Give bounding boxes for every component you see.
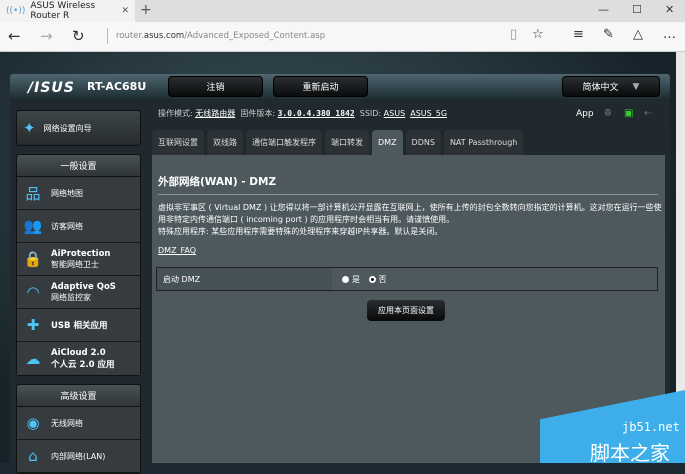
description: 虚拟非军事区 ( Virtual DMZ ) 让您得以将一部计算机公开显露在互联… [158, 203, 662, 236]
divider [158, 194, 658, 195]
logout-button[interactable]: 注销 [168, 76, 263, 97]
asus-logo: /ISUS [28, 80, 75, 96]
advanced-section: 高级设置 ◉ 无线网络 ⌂ 内部网络(LAN) [16, 384, 141, 474]
page-title: 外部网络(WAN) - DMZ [158, 176, 277, 188]
back-icon[interactable]: ← [8, 27, 21, 45]
sidebar-item-adaptive-qos[interactable]: ◠ Adaptive QoS 网络监控家 [17, 276, 140, 309]
close-tab-icon[interactable]: ✕ [121, 6, 129, 16]
close-window-button[interactable]: ✕ [665, 3, 674, 16]
dropdown-arrow-icon: ▼ [632, 81, 640, 92]
tab-dual-wan[interactable]: 双线路 [207, 130, 243, 155]
sidebar-item-usb[interactable]: ✚ USB 相关应用 [17, 309, 140, 342]
advanced-heading: 高级设置 [17, 385, 140, 407]
wan-tabs: 互联网设置 双线路 通信端口触发程序 端口转发 DMZ DDNS NAT Pas… [152, 130, 524, 155]
wifi-icon: ◉ [26, 414, 40, 432]
clients-icon[interactable]: ꔮ [604, 108, 612, 119]
url-input[interactable]: router.asus.com/Advanced_Exposed_Content… [107, 28, 325, 44]
dmz-faq-link[interactable]: DMZ_FAQ [158, 246, 196, 255]
ssid-link[interactable]: ASUS [384, 109, 405, 118]
web-note-icon[interactable]: ✎ [603, 27, 614, 42]
sidebar-item-aicloud[interactable]: ☁ AiCloud 2.0 个人云 2.0 应用 [17, 342, 140, 375]
lock-icon: 🔒 [23, 250, 43, 268]
wifi-icon: ((•)) [6, 6, 26, 16]
new-tab-button[interactable]: + [140, 2, 152, 18]
app-link[interactable]: App [576, 109, 594, 119]
usb-icon[interactable]: ⇠ [644, 108, 652, 119]
hub-icon[interactable]: ≡ [573, 27, 584, 42]
forward-icon[interactable]: → [40, 27, 53, 45]
radio-yes[interactable] [342, 275, 349, 283]
network-status-icon[interactable]: ▣ [624, 108, 633, 119]
tab-port-forward[interactable]: 端口转发 [325, 130, 369, 155]
sidebar-item-network-map[interactable]: 品网络地图 [17, 177, 140, 210]
refresh-icon[interactable]: ↻ [72, 27, 85, 45]
sidebar-item-lan[interactable]: ⌂ 内部网络(LAN) [17, 440, 140, 473]
firmware-link[interactable]: 3.0.0.4.380_1842 [278, 109, 355, 118]
cloud-home-icon: ☁ [25, 349, 41, 368]
sidebar-wizard[interactable]: ✦ 网络设置向导 [16, 110, 141, 146]
home-icon: ⌂ [28, 447, 38, 465]
sidebar-item-aiprotection[interactable]: 🔒 AiProtection 智能网络卫士 [17, 243, 140, 276]
more-icon[interactable]: … [663, 27, 676, 42]
tab-internet[interactable]: 互联网设置 [152, 130, 204, 155]
mode-link[interactable]: 无线路由器 [195, 109, 235, 118]
guests-icon: 👥 [23, 217, 43, 235]
puzzle-icon: ✚ [26, 316, 40, 334]
tab-port-trigger[interactable]: 通信端口触发程序 [246, 130, 322, 155]
status-bar: 操作模式: 无线路由器 固件版本: 3.0.0.4.380_1842 SSID:… [158, 109, 448, 118]
share-icon[interactable]: △ [633, 27, 643, 42]
watermark-name: 脚本之家 [590, 441, 670, 465]
sidebar-item-wireless[interactable]: ◉ 无线网络 [17, 407, 140, 440]
reading-view-icon[interactable]: ▯ [510, 27, 517, 42]
watermark-site: jb51.net [622, 420, 680, 434]
ssid-5g-link[interactable]: ASUS_5G [410, 109, 447, 118]
reboot-button[interactable]: 重新启动 [273, 76, 368, 97]
general-heading: 一般设置 [17, 155, 140, 177]
language-select[interactable]: 简体中文 ▼ [562, 76, 660, 97]
magic-wand-icon: ✦ [23, 119, 36, 137]
browser-tab[interactable]: ((•)) ASUS Wireless Router R ✕ [0, 0, 135, 22]
general-section: 一般设置 品网络地图 👥 访客网络 🔒 AiProtection 智能网络卫士 ◠ Ad… [16, 154, 141, 376]
tab-dmz[interactable]: DMZ [372, 130, 403, 155]
maximize-button[interactable]: ☐ [632, 3, 642, 16]
radio-no[interactable] [368, 275, 376, 283]
apply-button[interactable]: 应用本页面设置 [367, 300, 445, 321]
minimize-button[interactable]: — [598, 3, 609, 16]
tab-ddns[interactable]: DDNS [405, 130, 441, 155]
favorite-star-icon[interactable]: ☆ [532, 27, 544, 42]
sidebar-item-guest-network[interactable]: 👥 访客网络 [17, 210, 140, 243]
sidebar: ✦ 网络设置向导 一般设置 品网络地图 👥 访客网络 🔒 AiProtection 智能… [16, 110, 141, 474]
speedometer-icon: ◠ [26, 283, 40, 301]
enable-dmz-row: 启动 DMZ 是 否 [156, 267, 658, 291]
network-map-icon: 品 [25, 184, 41, 203]
model-name: RT-AC68U [87, 80, 147, 93]
tab-nat-passthrough[interactable]: NAT Passthrough [443, 130, 524, 155]
enable-dmz-label: 启动 DMZ [157, 268, 332, 290]
